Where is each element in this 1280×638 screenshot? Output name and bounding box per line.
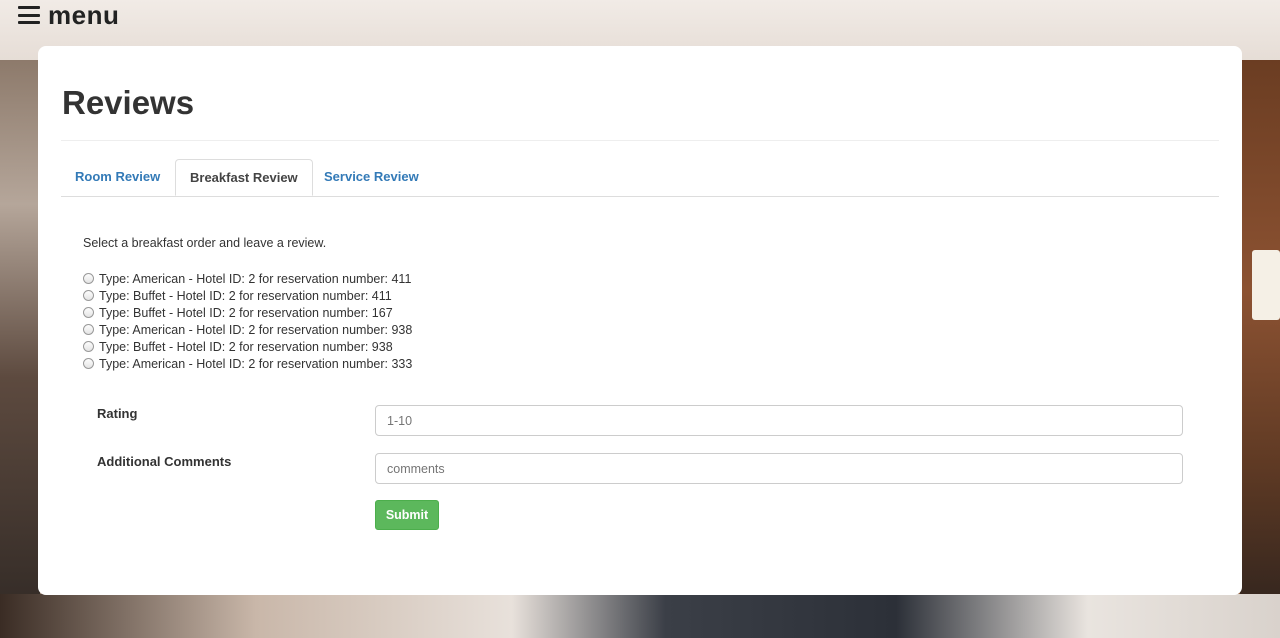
- breakfast-order-option[interactable]: Type: Buffet - Hotel ID: 2 for reservati…: [83, 338, 412, 355]
- breakfast-order-option[interactable]: Type: Buffet - Hotel ID: 2 for reservati…: [83, 287, 412, 304]
- option-label: Type: Buffet - Hotel ID: 2 for reservati…: [99, 288, 392, 303]
- background-left-wall: [0, 60, 40, 638]
- radio-button[interactable]: [83, 290, 94, 301]
- radio-button[interactable]: [83, 358, 94, 369]
- review-tabs: Room Review Breakfast Review Service Rev…: [61, 159, 1219, 197]
- option-label: Type: American - Hotel ID: 2 for reserva…: [99, 356, 413, 371]
- rating-input[interactable]: [375, 405, 1183, 436]
- title-divider: [61, 140, 1219, 141]
- comments-label: Additional Comments: [97, 454, 232, 469]
- rating-label: Rating: [97, 406, 138, 421]
- breakfast-order-option[interactable]: Type: Buffet - Hotel ID: 2 for reservati…: [83, 304, 412, 321]
- breakfast-order-option[interactable]: Type: American - Hotel ID: 2 for reserva…: [83, 355, 412, 372]
- tab-service-review[interactable]: Service Review: [310, 159, 433, 195]
- tab-room-review[interactable]: Room Review: [61, 159, 174, 195]
- page-title: Reviews: [62, 84, 195, 121]
- submit-button[interactable]: Submit: [375, 500, 439, 530]
- option-label: Type: Buffet - Hotel ID: 2 for reservati…: [99, 305, 393, 320]
- option-label: Type: Buffet - Hotel ID: 2 for reservati…: [99, 339, 393, 354]
- radio-button[interactable]: [83, 341, 94, 352]
- radio-button[interactable]: [83, 324, 94, 335]
- option-label: Type: American - Hotel ID: 2 for reserva…: [99, 271, 412, 286]
- background-right-wall: [1240, 60, 1280, 638]
- radio-button[interactable]: [83, 307, 94, 318]
- menu-toggle[interactable]: menu: [18, 0, 119, 30]
- option-label: Type: American - Hotel ID: 2 for reserva…: [99, 322, 413, 337]
- comments-input[interactable]: [375, 453, 1183, 484]
- instructions-text: Select a breakfast order and leave a rev…: [83, 236, 327, 250]
- breakfast-order-option[interactable]: Type: American - Hotel ID: 2 for reserva…: [83, 321, 412, 338]
- breakfast-order-list: Type: American - Hotel ID: 2 for reserva…: [83, 270, 412, 372]
- background-lamp: [1252, 250, 1280, 320]
- breakfast-order-option[interactable]: Type: American - Hotel ID: 2 for reserva…: [83, 270, 412, 287]
- hamburger-icon[interactable]: [18, 6, 40, 24]
- reviews-card: Reviews Room Review Breakfast Review Ser…: [38, 46, 1242, 595]
- tab-breakfast-review[interactable]: Breakfast Review: [175, 159, 313, 196]
- background-bed: [0, 594, 1280, 638]
- radio-button[interactable]: [83, 273, 94, 284]
- menu-label[interactable]: menu: [48, 1, 119, 29]
